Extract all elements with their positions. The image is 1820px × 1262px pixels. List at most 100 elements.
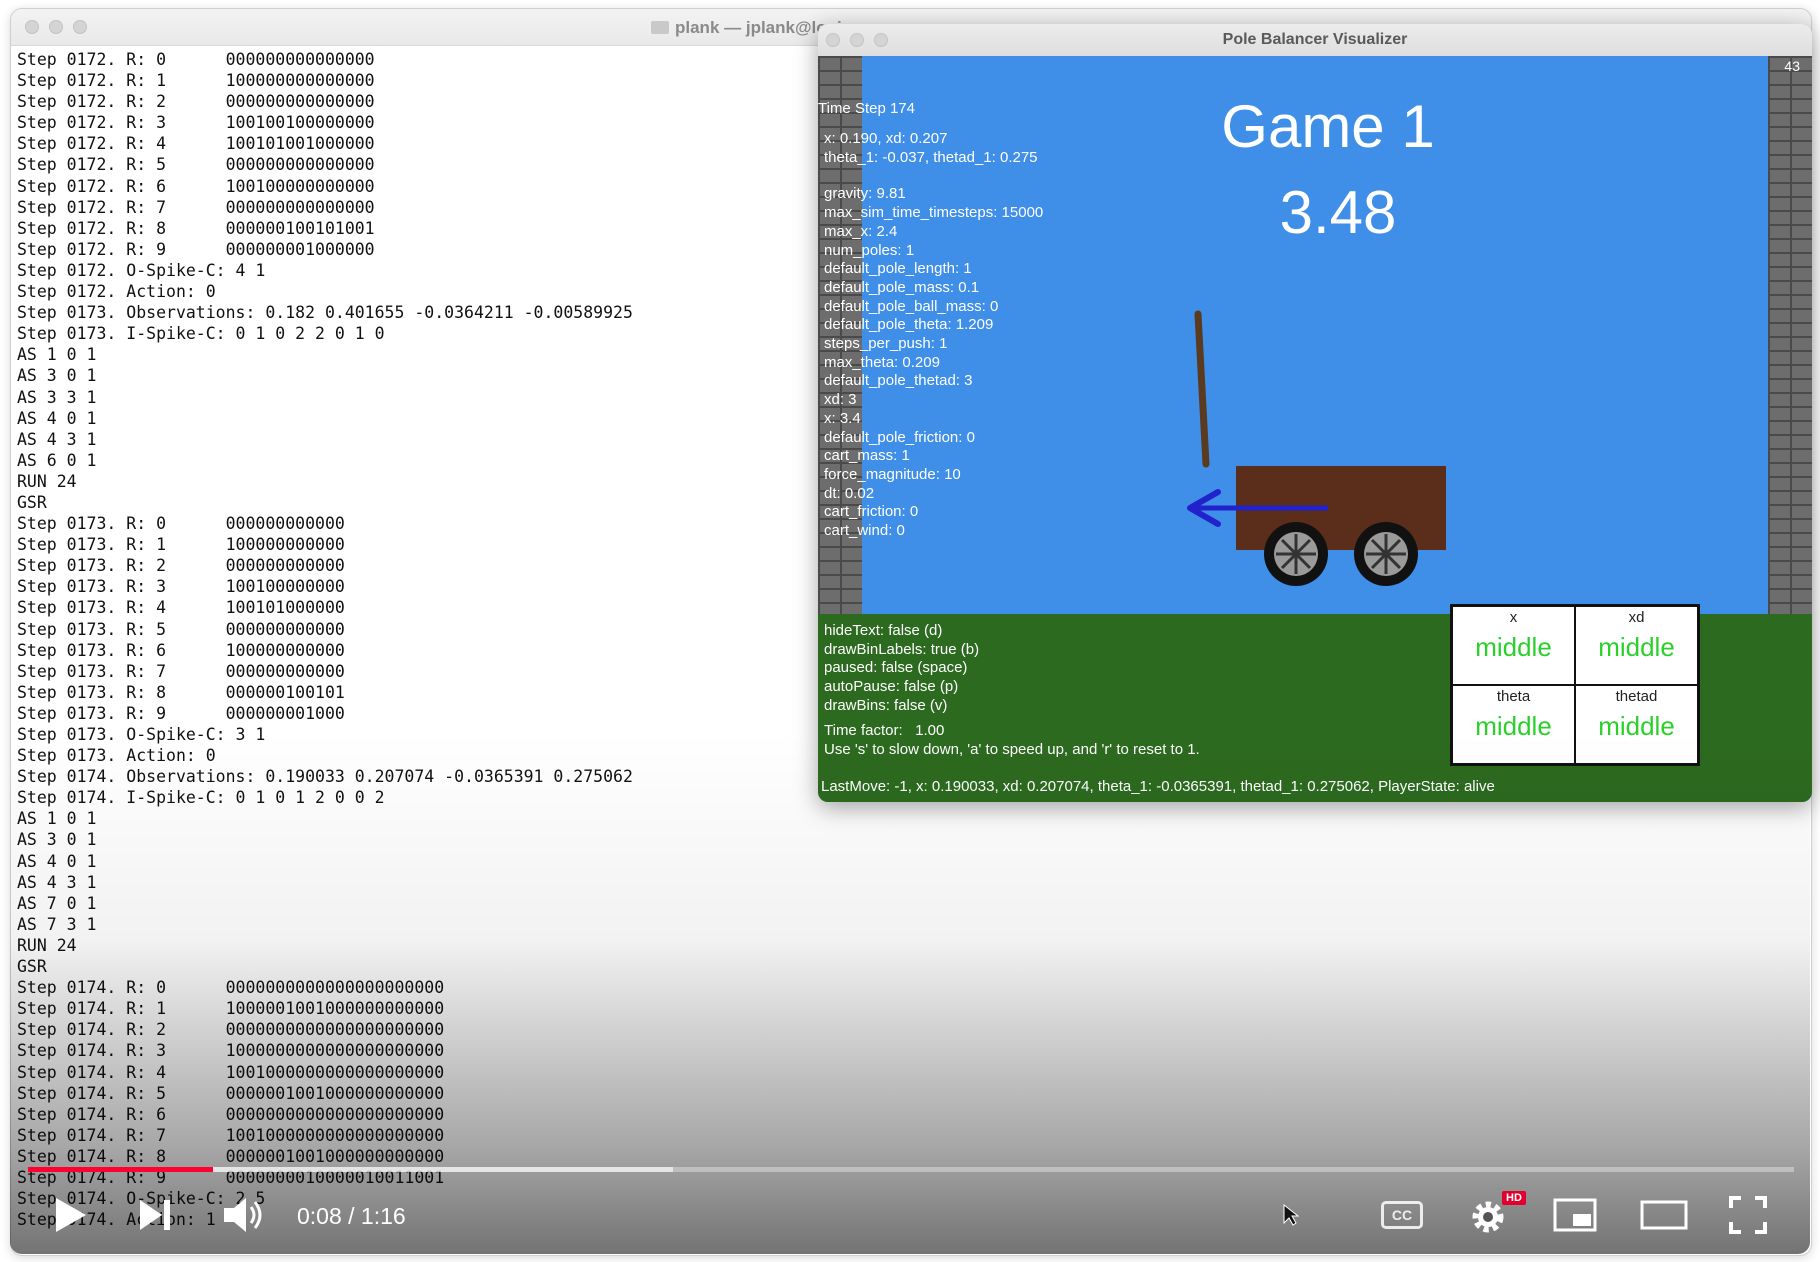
terminal-line: Step 0172. R: 7 000000000000000 — [17, 197, 375, 217]
parameter-line: max_sim_time_timesteps: 15000 — [824, 204, 1044, 222]
bin-label: theta — [1496, 688, 1531, 705]
captions-button[interactable]: CC — [1381, 1201, 1423, 1229]
time-step-label: Time Step 174 — [818, 100, 915, 117]
fps-counter: 43 — [1784, 58, 1800, 74]
bin-value: middle — [1475, 711, 1552, 741]
terminal-line: Step 0172. R: 4 100101001000000 — [17, 134, 375, 154]
terminal-output[interactable]: Step 0172. R: 0 000000000000000 Step 0172… — [17, 49, 817, 1230]
terminal-line: Step 0174. R: 6 0000000000000000000000 — [17, 1104, 445, 1124]
parameter-line: max_x: 2.4 — [824, 222, 898, 240]
terminal-line: Step 0172. R: 9 000000001000000 — [17, 239, 375, 259]
state-line: theta_1: -0.037, thetad_1: 0.275 — [824, 148, 1038, 166]
keyboard-controls: hideText: false (d) drawBinLabels: true (… — [824, 622, 979, 716]
status-line: LastMove: -1, x: 0.190033, xd: 0.207074,… — [821, 778, 1495, 795]
terminal-line: Step 0172. R: 6 100100000000000 — [17, 176, 375, 196]
pole-balancer-window: Pole Balancer Visualizer 43 Time Step 17… — [818, 24, 1812, 802]
bin-label: x — [1509, 609, 1518, 626]
parameter-line: num_poles: 1 — [824, 241, 915, 259]
progress-played — [28, 1167, 214, 1172]
zoom-icon[interactable] — [73, 20, 87, 34]
control-line: drawBinLabels: true (b) — [824, 640, 980, 658]
terminal-line: AS 4 0 1 — [17, 851, 97, 871]
terminal-line: Step 0174. R: 2 0000000000000000000000 — [17, 1020, 445, 1040]
terminal-line: RUN 24 — [17, 471, 77, 491]
terminal-line: Step 0174. I-Spike-C: 0 1 0 1 2 0 0 2 — [17, 788, 385, 808]
play-icon[interactable] — [52, 1196, 88, 1234]
parameter-line: steps_per_push: 1 — [824, 335, 948, 353]
terminal-line: Step 0173. R: 9 000000001000 — [17, 703, 345, 723]
parameter-list: x: 0.190, xd: 0.207 theta_1: -0.037, the… — [824, 130, 1043, 541]
terminal-line: Step 0173. R: 5 000000000000 — [17, 619, 345, 639]
next-icon[interactable] — [138, 1198, 174, 1232]
terminal-title: plank — jplank@logi — [651, 18, 842, 38]
time-factor: Time factor: 1.00 — [824, 722, 945, 739]
parameter-line: gravity: 9.81 — [824, 185, 906, 203]
terminal-line: Step 0174. O-Spike-C: 2 5 — [17, 1189, 266, 1209]
wheel-left — [1264, 522, 1328, 586]
terminal-line: Step 0173. O-Spike-C: 3 1 — [17, 725, 266, 744]
parameter-line: default_pole_length: 1 — [824, 260, 972, 278]
terminal-line: Step 0172. R: 3 100100100000000 — [17, 113, 375, 133]
terminal-line: GSR — [17, 957, 47, 977]
terminal-line: AS 4 3 1 — [17, 429, 97, 449]
game-title: Game 1 — [1221, 93, 1435, 160]
pole — [1194, 310, 1210, 468]
terminal-line: Step 0172. R: 1 100000000000000 — [17, 71, 375, 91]
terminal-line: Step 0173. R: 2 000000000000 — [17, 556, 345, 576]
terminal-line: AS 3 0 1 — [17, 830, 97, 850]
terminal-line: AS 1 0 1 — [17, 345, 97, 365]
terminal-line: Step 0174. R: 0 0000000000000000000000 — [17, 978, 445, 998]
parameter-line: cart_wind: 0 — [824, 522, 905, 540]
terminal-line: Step 0174. R: 3 1000000000000000000000 — [17, 1041, 445, 1061]
terminal-line: Step 0173. R: 3 100100000000 — [17, 577, 345, 597]
wheel-right — [1354, 522, 1418, 586]
parameter-line: x: 3.4 — [824, 409, 861, 427]
parameter-line: cart_mass: 1 — [824, 447, 910, 465]
terminal-line: Step 0173. I-Spike-C: 0 1 0 2 2 0 1 0 — [17, 324, 385, 344]
cursor-icon — [1283, 1203, 1300, 1226]
terminal-line: AS 7 3 1 — [17, 914, 97, 934]
fullscreen-icon[interactable] — [1729, 1196, 1767, 1234]
terminal-line: Step 0172. R: 2 000000000000000 — [17, 92, 375, 112]
bin-value: middle — [1598, 632, 1675, 662]
theater-mode-icon[interactable] — [1640, 1200, 1688, 1230]
terminal-line: Step 0174. R: 4 1001000000000000000000 — [17, 1062, 445, 1082]
terminal-line: Step 0173. R: 8 000000100101 — [17, 682, 345, 702]
control-line: hideText: false (d) — [824, 622, 943, 639]
terminal-line: Step 0173. Observations: 0.182 0.401655 … — [17, 303, 633, 323]
parameter-line: max_theta: 0.209 — [824, 353, 940, 371]
volume-icon[interactable] — [222, 1196, 266, 1234]
terminal-line: Step 0173. R: 0 000000000000 — [17, 514, 345, 534]
terminal-line: AS 7 0 1 — [17, 893, 97, 913]
bin-value: middle — [1598, 711, 1675, 741]
terminal-line: Step 0174. R: 5 0000001001000000000000 — [17, 1083, 445, 1103]
terminal-line: Step 0172. Action: 0 — [17, 282, 216, 302]
terminal-line: RUN 24 — [17, 935, 77, 955]
bin-label: thetad — [1615, 688, 1658, 705]
state-line: x: 0.190, xd: 0.207 — [824, 130, 948, 147]
parameter-line: force_magnitude: 10 — [824, 465, 961, 483]
terminal-line: Step 0174. Action: 1 — [17, 1210, 216, 1230]
miniplayer-icon[interactable] — [1553, 1198, 1597, 1232]
speed-hint: Use 's' to slow down, 'a' to speed up, a… — [824, 740, 1200, 758]
parameter-line: default_pole_friction: 0 — [824, 428, 975, 446]
bin-xd: xd middle — [1575, 606, 1698, 685]
close-icon[interactable] — [25, 20, 39, 34]
terminal-line: GSR — [17, 492, 47, 512]
minimize-icon[interactable] — [49, 20, 63, 34]
terminal-line: AS 1 0 1 — [17, 809, 97, 829]
terminal-line: Step 0174. Observations: 0.190033 0.2070… — [17, 767, 633, 787]
bin-thetad: thetad middle — [1575, 685, 1698, 764]
parameter-line: cart_friction: 0 — [824, 503, 919, 521]
speed-info: Time factor: 1.00 Use 's' to slow down, … — [824, 722, 1200, 759]
terminal-line: AS 3 0 1 — [17, 366, 97, 386]
parameter-line: default_pole_mass: 0.1 — [824, 278, 980, 296]
control-line: drawBins: false (v) — [824, 696, 948, 714]
bin-grid: x middle xd middle theta middle thetad m… — [1450, 604, 1700, 766]
terminal-line: AS 4 0 1 — [17, 408, 97, 428]
folder-icon — [651, 21, 669, 34]
bin-label: xd — [1628, 609, 1645, 626]
progress-bar[interactable] — [28, 1167, 1794, 1172]
terminal-line: Step 0173. R: 6 100000000000 — [17, 640, 345, 660]
parameter-line: xd: 3 — [824, 391, 857, 409]
